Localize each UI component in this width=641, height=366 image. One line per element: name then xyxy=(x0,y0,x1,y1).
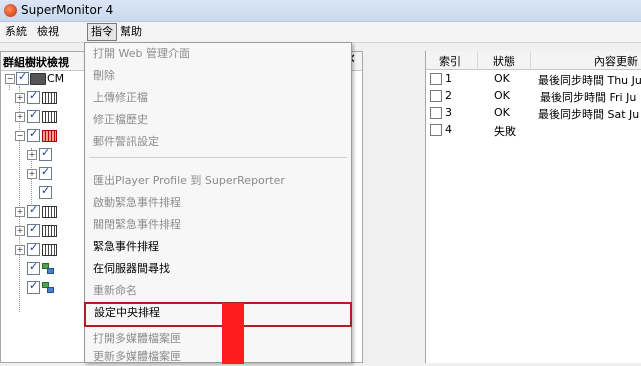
row-index: 3 xyxy=(445,106,452,119)
checkbox[interactable] xyxy=(27,108,40,123)
row-status: OK xyxy=(494,106,510,119)
column-header-status[interactable]: 狀態 xyxy=(493,53,515,69)
menu-system[interactable]: 系統 xyxy=(2,24,30,40)
menu-item-open-media-folder[interactable]: 打開多媒體檔案匣 xyxy=(85,328,351,349)
checkbox[interactable] xyxy=(27,279,40,294)
checkbox[interactable] xyxy=(39,184,52,199)
row-checkbox[interactable] xyxy=(430,90,442,102)
column-divider[interactable] xyxy=(530,51,531,69)
menu-item-stop-emergency-schedule[interactable]: 關閉緊急事件排程 xyxy=(85,214,351,235)
expand-icon[interactable]: + xyxy=(15,207,25,217)
tree-node[interactable] xyxy=(1,260,81,277)
table-row[interactable]: 4 失敗 xyxy=(426,121,641,138)
tree-node-label: CM xyxy=(47,72,65,85)
column-header-content[interactable]: 內容更新 xyxy=(594,53,638,69)
checkbox[interactable] xyxy=(39,146,52,161)
tree-node[interactable]: + xyxy=(1,222,81,239)
menu-item-start-emergency-schedule[interactable]: 啟動緊急事件排程 xyxy=(85,192,351,213)
row-checkbox[interactable] xyxy=(430,73,442,85)
row-checkbox[interactable] xyxy=(430,124,442,136)
menu-separator xyxy=(89,157,347,158)
collapse-icon[interactable]: − xyxy=(15,131,25,141)
menu-item-open-web-admin[interactable]: 打開 Web 管理介面 xyxy=(85,43,351,64)
player-icon xyxy=(42,111,57,123)
menu-view[interactable]: 檢視 xyxy=(34,24,62,40)
menu-item-patch-history[interactable]: 修正檔歷史 xyxy=(85,109,351,130)
row-content: 最後同步時間 Sat Ju xyxy=(538,108,640,121)
tree-node[interactable] xyxy=(1,279,81,296)
tree-node[interactable]: + xyxy=(1,165,81,182)
status-table: 索引 狀態 內容更新 1 OK 最後同步時間 Thu Ju 2 OK 最後同步時… xyxy=(425,51,641,363)
menu-bar: 系統 檢視 指令 幫助 xyxy=(0,22,641,43)
tree-node[interactable]: + xyxy=(1,146,81,163)
expand-icon[interactable]: + xyxy=(15,226,25,236)
group-icon xyxy=(42,263,54,274)
group-icon xyxy=(42,282,54,293)
menu-item-rename[interactable]: 重新命名 xyxy=(85,280,351,301)
checkbox[interactable] xyxy=(39,165,52,180)
title-bar: SuperMonitor 4 xyxy=(0,0,641,22)
checkbox[interactable] xyxy=(27,203,40,218)
table-header: 索引 狀態 內容更新 xyxy=(426,51,641,70)
table-row[interactable]: 1 OK 最後同步時間 Thu Ju xyxy=(426,70,641,87)
expand-icon[interactable]: + xyxy=(15,245,25,255)
menu-item-update-media-folder[interactable]: 更新多媒體檔案匣 xyxy=(85,347,351,364)
command-menu: 打開 Web 管理介面 刪除 上傳修正檔 修正檔歷史 郵件警訊設定 匯出Play… xyxy=(84,42,352,364)
tree-node[interactable]: − xyxy=(1,127,81,144)
app-icon xyxy=(4,4,17,17)
tree-node[interactable]: + xyxy=(1,203,81,220)
table-row[interactable]: 2 OK 最後同步時間 Fri Ju xyxy=(426,87,641,104)
expand-icon[interactable]: + xyxy=(27,150,37,160)
column-divider[interactable] xyxy=(477,51,478,69)
row-index: 2 xyxy=(445,89,452,102)
menu-item-emergency-schedule[interactable]: 緊急事件排程 xyxy=(85,236,351,257)
player-icon xyxy=(42,244,57,256)
player-icon xyxy=(42,206,57,218)
row-checkbox[interactable] xyxy=(430,107,442,119)
checkbox[interactable] xyxy=(27,241,40,256)
expand-icon[interactable]: + xyxy=(27,169,37,179)
row-content: 最後同步時間 Thu Ju xyxy=(538,74,641,87)
menu-item-upload-patch[interactable]: 上傳修正檔 xyxy=(85,87,351,108)
redaction-block xyxy=(222,303,244,364)
tree-node[interactable]: + xyxy=(1,108,81,125)
collapse-icon[interactable]: − xyxy=(5,74,15,84)
player-icon xyxy=(42,225,57,237)
menu-help[interactable]: 幫助 xyxy=(117,24,145,40)
checkbox[interactable] xyxy=(27,260,40,275)
menu-command[interactable]: 指令 xyxy=(87,23,117,41)
player-alert-icon xyxy=(42,130,57,142)
table-row[interactable]: 3 OK 最後同步時間 Sat Ju xyxy=(426,104,641,121)
expand-icon[interactable]: + xyxy=(15,93,25,103)
row-index: 4 xyxy=(445,123,452,136)
expand-icon[interactable]: + xyxy=(15,112,25,122)
menu-item-search-across-servers[interactable]: 在伺服器間尋找 xyxy=(85,258,351,279)
column-header-index[interactable]: 索引 xyxy=(439,53,461,69)
row-status: OK xyxy=(494,72,510,85)
checkbox[interactable] xyxy=(16,70,29,85)
row-index: 1 xyxy=(445,72,452,85)
checkbox[interactable] xyxy=(27,89,40,104)
window-title: SuperMonitor 4 xyxy=(21,3,114,17)
server-icon xyxy=(30,73,46,85)
tree-node[interactable] xyxy=(1,184,81,201)
menu-item-set-central-schedule[interactable]: 設定中央排程 xyxy=(84,302,352,327)
row-status: 失敗 xyxy=(494,125,516,138)
row-content: 最後同步時間 Fri Ju xyxy=(540,91,637,104)
menu-item-delete[interactable]: 刪除 xyxy=(85,65,351,86)
checkbox[interactable] xyxy=(27,222,40,237)
tree-node[interactable]: + xyxy=(1,241,81,258)
menu-item-email-alert-settings[interactable]: 郵件警訊設定 xyxy=(85,131,351,152)
pane-title: 群組樹狀檢視 xyxy=(3,56,69,69)
checkbox[interactable] xyxy=(27,127,40,142)
player-icon xyxy=(42,92,57,104)
menu-item-export-player-profile[interactable]: 匯出Player Profile 到 SuperReporter xyxy=(85,170,351,191)
tree-node[interactable]: + xyxy=(1,89,81,106)
row-status: OK xyxy=(494,89,510,102)
